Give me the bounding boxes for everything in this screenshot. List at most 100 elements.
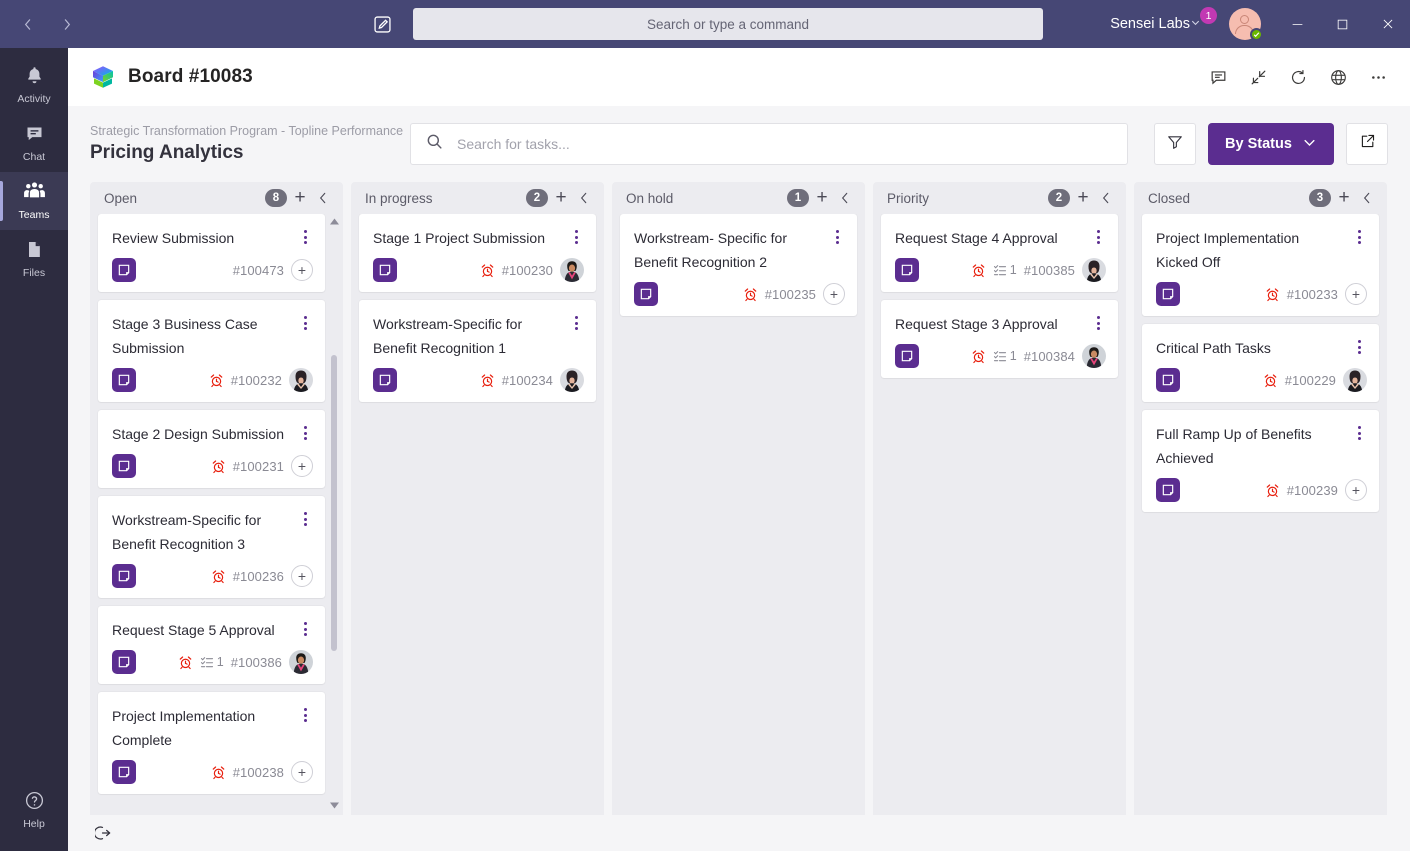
column-scrollbar[interactable]: [328, 218, 340, 811]
task-card[interactable]: Stage 1 Project Submission #100230: [359, 214, 596, 292]
task-type-icon: [1156, 368, 1180, 392]
kanban-board: Open 8 + Review Submission #100473 + Stage 3 B…: [68, 182, 1410, 815]
assignee-avatar[interactable]: [1343, 368, 1367, 392]
add-assignee-button[interactable]: +: [291, 455, 313, 477]
card-menu-icon[interactable]: [297, 226, 313, 244]
assignee-avatar[interactable]: [289, 650, 313, 674]
card-meta: #100231 +: [211, 455, 313, 477]
card-top: Full Ramp Up of Benefits Achieved: [1156, 422, 1367, 470]
breadcrumb-parent[interactable]: Strategic Transformation Program - Topli…: [90, 123, 410, 139]
maximize-button[interactable]: [1320, 0, 1365, 48]
scrollbar-track[interactable]: [331, 230, 337, 799]
card-title: Stage 3 Business Case Submission: [112, 316, 258, 356]
task-card[interactable]: Stage 3 Business Case Submission #100232: [98, 300, 325, 402]
card-menu-icon[interactable]: [1351, 422, 1367, 440]
command-search-input[interactable]: Search or type a command: [413, 8, 1043, 40]
task-card[interactable]: Workstream- Specific for Benefit Recogni…: [620, 214, 857, 316]
compose-icon[interactable]: [367, 9, 397, 39]
task-card[interactable]: Workstream-Specific for Benefit Recognit…: [98, 496, 325, 598]
collapse-icon[interactable]: [1246, 65, 1270, 89]
subtask-count-value: 1: [216, 655, 224, 669]
collapse-column-button[interactable]: [835, 187, 855, 209]
card-menu-icon[interactable]: [1090, 226, 1106, 244]
card-menu-icon[interactable]: [297, 618, 313, 636]
filter-button[interactable]: [1154, 123, 1196, 165]
subtask-count-value: 1: [1009, 263, 1017, 277]
task-card[interactable]: Project Implementation Complete #100238 +: [98, 692, 325, 794]
more-options-icon[interactable]: [1366, 65, 1390, 89]
avatar[interactable]: [1229, 8, 1263, 41]
globe-icon[interactable]: [1326, 65, 1350, 89]
add-card-button[interactable]: +: [1070, 187, 1096, 209]
card-menu-icon[interactable]: [829, 226, 845, 244]
card-menu-icon[interactable]: [297, 312, 313, 330]
back-button[interactable]: [12, 8, 44, 40]
task-id: #100238: [232, 764, 284, 780]
sidebar-item-help[interactable]: Help: [0, 781, 68, 839]
card-menu-icon[interactable]: [297, 704, 313, 722]
task-card[interactable]: Request Stage 4 Approval 1 #100385: [881, 214, 1118, 292]
card-title: Workstream-Specific for Benefit Recognit…: [373, 316, 523, 356]
scroll-up-arrow[interactable]: [329, 218, 339, 227]
subtask-count: 1: [993, 263, 1017, 277]
group-by-status-dropdown[interactable]: By Status: [1208, 123, 1334, 165]
command-search-placeholder: Search or type a command: [646, 16, 810, 32]
card-menu-icon[interactable]: [297, 508, 313, 526]
sidebar-item-activity[interactable]: Activity: [0, 56, 68, 114]
assignee-avatar[interactable]: [560, 258, 584, 282]
assignee-avatar[interactable]: [560, 368, 584, 392]
task-id: #100230: [501, 262, 553, 278]
task-card[interactable]: Stage 2 Design Submission #100231 +: [98, 410, 325, 488]
board-column: In progress 2 + Stage 1 Project Submission #…: [351, 182, 604, 815]
add-assignee-button[interactable]: +: [1345, 283, 1367, 305]
card-menu-icon[interactable]: [1090, 312, 1106, 330]
collapse-column-button[interactable]: [1357, 187, 1377, 209]
collapse-column-button[interactable]: [1096, 187, 1116, 209]
task-card[interactable]: Project Implementation Kicked Off #100233…: [1142, 214, 1379, 316]
add-assignee-button[interactable]: +: [291, 259, 313, 281]
add-assignee-button[interactable]: +: [291, 565, 313, 587]
task-type-icon: [112, 454, 136, 478]
add-card-button[interactable]: +: [1331, 187, 1357, 209]
card-title: Request Stage 3 Approval: [895, 316, 1058, 332]
sidebar-item-files[interactable]: Files: [0, 230, 68, 288]
column-header: Open 8 +: [90, 182, 343, 214]
card-menu-icon[interactable]: [1351, 226, 1367, 244]
card-menu-icon[interactable]: [1351, 336, 1367, 354]
comment-icon[interactable]: [1206, 65, 1230, 89]
task-card[interactable]: Full Ramp Up of Benefits Achieved #100239…: [1142, 410, 1379, 512]
open-full-screen-button[interactable]: [1346, 123, 1388, 165]
card-menu-icon[interactable]: [568, 312, 584, 330]
add-assignee-button[interactable]: +: [1345, 479, 1367, 501]
collapse-column-button[interactable]: [313, 187, 333, 209]
card-menu-icon[interactable]: [297, 422, 313, 440]
sidebar-item-chat[interactable]: Chat: [0, 114, 68, 172]
task-card[interactable]: Request Stage 5 Approval 1 #100386: [98, 606, 325, 684]
add-assignee-button[interactable]: +: [823, 283, 845, 305]
task-card[interactable]: Workstream-Specific for Benefit Recognit…: [359, 300, 596, 402]
forward-button[interactable]: [50, 8, 82, 40]
minimize-button[interactable]: [1275, 0, 1320, 48]
card-menu-icon[interactable]: [568, 226, 584, 244]
search-input[interactable]: Search for tasks...: [410, 123, 1128, 165]
org-switcher[interactable]: Sensei Labs 1: [1110, 7, 1217, 32]
scroll-down-arrow[interactable]: [329, 802, 339, 811]
scrollbar-thumb[interactable]: [331, 355, 337, 652]
refresh-icon[interactable]: [1286, 65, 1310, 89]
add-card-button[interactable]: +: [548, 187, 574, 209]
assignee-avatar[interactable]: [1082, 258, 1106, 282]
add-assignee-button[interactable]: +: [291, 761, 313, 783]
task-card[interactable]: Request Stage 3 Approval 1 #100384: [881, 300, 1118, 378]
assignee-avatar[interactable]: [289, 368, 313, 392]
close-button[interactable]: [1365, 0, 1410, 48]
sidebar-item-teams[interactable]: Teams: [0, 172, 68, 230]
card-footer: #100234: [373, 368, 584, 392]
add-card-button[interactable]: +: [287, 187, 313, 209]
external-link-icon: [1359, 133, 1376, 155]
task-card[interactable]: Critical Path Tasks #100229: [1142, 324, 1379, 402]
collapse-column-button[interactable]: [574, 187, 594, 209]
add-card-button[interactable]: +: [809, 187, 835, 209]
task-card[interactable]: Review Submission #100473 +: [98, 214, 325, 292]
assignee-avatar[interactable]: [1082, 344, 1106, 368]
export-icon[interactable]: [92, 821, 116, 845]
